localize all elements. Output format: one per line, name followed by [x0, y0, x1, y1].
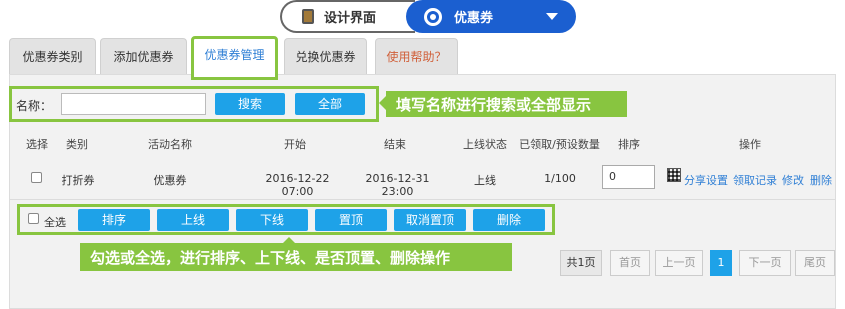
row-checkbox[interactable]: [31, 172, 42, 183]
col-sort: 排序: [618, 138, 640, 151]
page-last[interactable]: 尾页: [795, 250, 835, 276]
bulk-sort-button[interactable]: 排序: [78, 209, 150, 231]
col-claimed: 已领取/预设数量: [519, 138, 600, 151]
row-divider: [10, 199, 835, 200]
page-total: 共1页: [560, 250, 602, 276]
row-category: 打折券: [61, 174, 95, 187]
show-all-button[interactable]: 全部: [295, 93, 365, 115]
row-status: 上线: [474, 174, 496, 187]
edit-link[interactable]: 修改: [782, 172, 804, 188]
page-next[interactable]: 下一页: [739, 250, 791, 276]
col-category: 类别: [66, 138, 88, 151]
row-start: 2016-12-22 07:00: [265, 172, 330, 198]
coupon-module-dropdown[interactable]: 优惠券: [406, 0, 576, 33]
sort-input[interactable]: 0: [602, 165, 655, 189]
tab-coupon-management[interactable]: 优惠券管理: [191, 36, 278, 80]
col-start: 开始: [284, 138, 306, 151]
bulk-pin-button[interactable]: 置顶: [315, 209, 387, 231]
delete-link[interactable]: 删除: [810, 172, 832, 188]
row-claimed: 1/100: [544, 172, 576, 185]
col-select: 选择: [26, 138, 48, 151]
qr-code-icon[interactable]: [667, 168, 681, 182]
name-label: 名称：: [16, 99, 53, 113]
select-all-label: 全选: [44, 216, 66, 229]
col-end: 结束: [384, 138, 406, 151]
design-mode-label: 设计界面: [324, 11, 377, 26]
col-status: 上线状态: [463, 138, 507, 151]
row-end: 2016-12-31 23:00: [365, 172, 430, 198]
share-settings-link[interactable]: 分享设置: [684, 172, 728, 188]
gear-icon: [424, 7, 442, 26]
callout-arrow: [379, 96, 386, 110]
page-prev[interactable]: 上一页: [655, 250, 703, 276]
tab-add-coupon[interactable]: 添加优惠券: [100, 38, 187, 74]
col-name: 活动名称: [148, 138, 192, 151]
caret-down-icon: [546, 13, 558, 20]
search-button[interactable]: 搜索: [215, 93, 285, 115]
bulk-offline-button[interactable]: 下线: [236, 209, 308, 231]
bulk-online-button[interactable]: 上线: [157, 209, 229, 231]
tab-redeem-coupon[interactable]: 兑换优惠券: [284, 38, 367, 74]
page-first[interactable]: 首页: [610, 250, 650, 276]
page-current[interactable]: 1: [710, 250, 732, 276]
bulk-tip: 勾选或全选，进行排序、上下线、是否顶置、删除操作: [80, 243, 512, 271]
bulk-delete-button[interactable]: 删除: [473, 209, 545, 231]
tab-help[interactable]: 使用帮助？: [375, 38, 458, 74]
tab-coupon-category[interactable]: 优惠券类别: [9, 38, 96, 74]
col-actions: 操作: [739, 138, 761, 151]
row-name: 优惠券: [153, 174, 187, 187]
bulk-unpin-button[interactable]: 取消置顶: [394, 209, 466, 231]
claim-records-link[interactable]: 领取记录: [733, 172, 777, 188]
name-search-input[interactable]: [61, 93, 206, 115]
coupon-module-label: 优惠券: [454, 11, 494, 26]
book-icon: [302, 9, 314, 24]
search-tip: 填写名称进行搜索或全部显示: [386, 91, 627, 117]
design-mode-toggle[interactable]: 设计界面: [280, 0, 415, 33]
select-all-checkbox[interactable]: [28, 213, 39, 224]
